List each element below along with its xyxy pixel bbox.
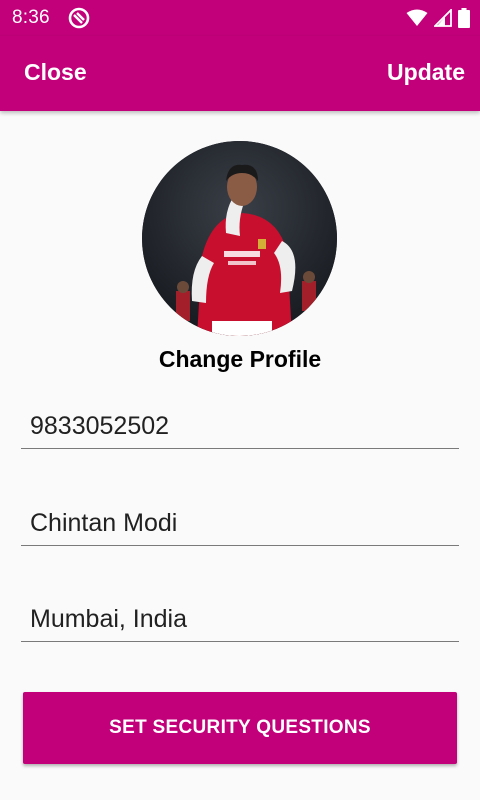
phone-field[interactable]: 9833052502 bbox=[21, 400, 459, 449]
update-button[interactable]: Update bbox=[387, 59, 465, 86]
location-field-value[interactable]: Mumbai, India bbox=[30, 605, 187, 634]
status-bar: 8:36 bbox=[0, 0, 480, 36]
status-icons bbox=[406, 7, 470, 29]
profile-photo bbox=[142, 141, 337, 336]
set-security-questions-button[interactable]: SET SECURITY QUESTIONS bbox=[23, 692, 457, 764]
name-field-value[interactable]: Chintan Modi bbox=[30, 509, 177, 538]
app-notification-icon bbox=[68, 7, 90, 29]
battery-icon bbox=[458, 8, 470, 28]
wifi-icon bbox=[406, 9, 428, 26]
name-field[interactable]: Chintan Modi bbox=[21, 497, 459, 546]
phone-field-value[interactable]: 9833052502 bbox=[30, 412, 169, 441]
profile-avatar[interactable] bbox=[142, 141, 337, 336]
cellular-signal-icon bbox=[434, 9, 452, 27]
close-button[interactable]: Close bbox=[24, 59, 87, 86]
toolbar: Close Update bbox=[0, 36, 480, 111]
location-field[interactable]: Mumbai, India bbox=[21, 593, 459, 642]
change-profile-label[interactable]: Change Profile bbox=[0, 346, 480, 373]
status-time: 8:36 bbox=[12, 7, 50, 28]
